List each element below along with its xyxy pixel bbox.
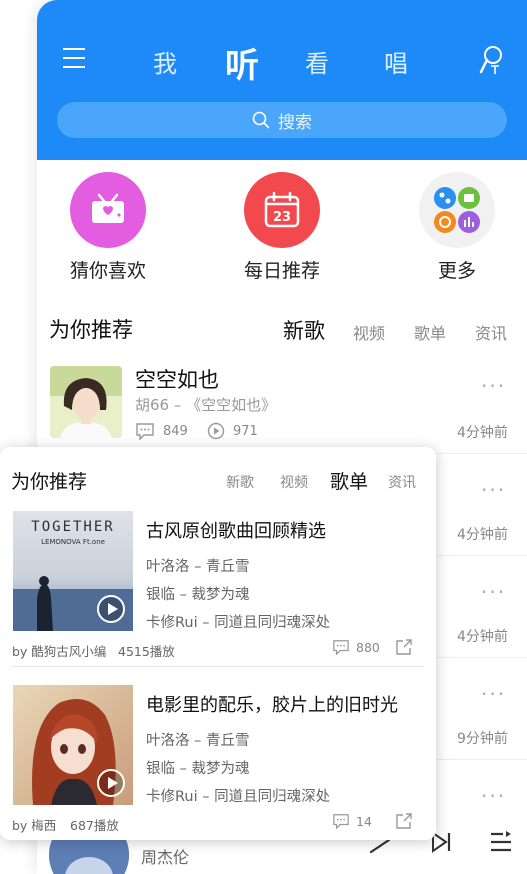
- song-time: 4分钟前: [457, 629, 508, 645]
- playlist-play-count: 4515播放: [118, 644, 175, 659]
- song-time: 4分钟前: [457, 425, 508, 441]
- song-artist-album: 胡66 – 《空空如也》: [135, 396, 277, 414]
- tab-news[interactable]: 资讯: [388, 472, 416, 492]
- tab-watch[interactable]: 看: [305, 44, 329, 79]
- tab-playlists[interactable]: 歌单: [330, 467, 368, 494]
- playlist-comment-count: 880: [356, 639, 380, 655]
- quick-link-label: 每日推荐: [244, 260, 321, 282]
- play-icon[interactable]: [97, 595, 125, 623]
- tab-playlists[interactable]: 歌单: [414, 320, 446, 344]
- play-icon[interactable]: [97, 769, 125, 797]
- playlist-comment-count: 14: [356, 813, 372, 829]
- search-bar[interactable]: 搜索: [57, 102, 507, 138]
- playlist-cover-image: TOGETHER LEMONOVA Ft.one: [13, 511, 133, 631]
- tab-me[interactable]: 我: [153, 44, 177, 79]
- cover-text-subtitle: LEMONOVA Ft.one: [41, 538, 105, 546]
- card-title: 为你推荐: [11, 471, 88, 493]
- tab-videos[interactable]: 视频: [353, 320, 385, 344]
- quick-link-label: 更多: [437, 260, 476, 282]
- comment-count-value: 849: [163, 423, 188, 439]
- grid-apps-icon: [419, 172, 495, 248]
- calendar-day: 23: [273, 210, 291, 225]
- more-options-icon[interactable]: ···: [481, 682, 506, 706]
- quick-link-daily[interactable]: 23 每日推荐: [244, 172, 320, 283]
- microphone-icon[interactable]: [477, 44, 505, 76]
- tab-sing[interactable]: 唱: [384, 44, 408, 79]
- playlist-item[interactable]: 电影里的配乐，胶片上的旧时光 叶洛洛 – 青丘雪 银临 – 裁梦为魂 卡修Rui…: [0, 685, 436, 840]
- playlist-author[interactable]: by 梅西: [12, 815, 56, 834]
- section-title: 为你推荐: [49, 318, 133, 342]
- playlist-title: 电影里的配乐，胶片上的旧时光: [146, 695, 398, 716]
- playlist-song: 银临 – 裁梦为魂: [146, 587, 250, 603]
- top-header: 我 听 看 唱 搜索: [37, 0, 527, 160]
- playlist-cover-image: [13, 685, 133, 805]
- playlist-song: 银临 – 裁梦为魂: [146, 761, 250, 777]
- play-count-value: 971: [233, 423, 258, 439]
- quick-link-guess-like[interactable]: 猜你喜欢: [70, 172, 146, 283]
- radio-heart-icon: [70, 172, 146, 248]
- playlist-recommend-card: 为你推荐 新歌 视频 歌单 资讯 TOGETHER LEMONOVA Ft.on…: [0, 447, 436, 840]
- share-icon[interactable]: [395, 812, 413, 830]
- more-options-icon[interactable]: ···: [481, 580, 506, 604]
- song-cover-image: [50, 366, 122, 438]
- comment-count[interactable]: 849: [135, 422, 188, 440]
- song-time: 9分钟前: [457, 731, 508, 747]
- quick-link-more[interactable]: 更多: [419, 172, 495, 283]
- playlist-icon[interactable]: [489, 830, 513, 854]
- share-icon[interactable]: [395, 638, 413, 656]
- more-options-icon[interactable]: ···: [481, 478, 506, 502]
- tab-news[interactable]: 资讯: [475, 320, 507, 344]
- cover-text-title: TOGETHER: [31, 519, 114, 535]
- play-circle-icon: [207, 422, 225, 440]
- playlist-comments[interactable]: 14: [332, 813, 372, 829]
- playlist-author[interactable]: by 酷狗古风小编: [12, 641, 106, 660]
- playlist-song: 卡修Rui – 同道且同归魂深处: [146, 615, 331, 631]
- comment-icon: [333, 814, 349, 829]
- playlist-song: 叶洛洛 – 青丘雪: [146, 733, 250, 749]
- play-count: 971: [207, 422, 258, 440]
- playlist-song: 卡修Rui – 同道且同归魂深处: [146, 789, 331, 805]
- search-icon: [252, 111, 270, 129]
- comment-icon: [136, 423, 154, 440]
- search-placeholder: 搜索: [278, 112, 312, 133]
- song-time: 4分钟前: [457, 527, 508, 543]
- now-playing-artist: 周杰伦: [141, 848, 190, 867]
- more-options-icon[interactable]: ···: [481, 784, 506, 808]
- playlist-comments[interactable]: 880: [332, 639, 380, 655]
- playlist-song: 叶洛洛 – 青丘雪: [146, 559, 250, 575]
- more-options-icon[interactable]: ···: [481, 374, 506, 398]
- comment-icon: [333, 640, 349, 655]
- tab-new-songs[interactable]: 新歌: [226, 472, 254, 492]
- tab-videos[interactable]: 视频: [280, 472, 308, 492]
- calendar-icon: 23: [244, 172, 320, 248]
- song-row[interactable]: 空空如也 胡66 – 《空空如也》 849 971 ··· 4分钟前: [37, 360, 527, 455]
- divider: [12, 666, 424, 667]
- tab-listen[interactable]: 听: [225, 38, 259, 87]
- song-title: 空空如也: [135, 368, 219, 392]
- playlist-title: 古风原创歌曲回顾精选: [146, 521, 326, 542]
- playlist-play-count: 687播放: [70, 818, 119, 833]
- menu-icon[interactable]: [63, 48, 85, 70]
- quick-link-label: 猜你喜欢: [70, 260, 147, 282]
- tab-new-songs[interactable]: 新歌: [283, 315, 325, 345]
